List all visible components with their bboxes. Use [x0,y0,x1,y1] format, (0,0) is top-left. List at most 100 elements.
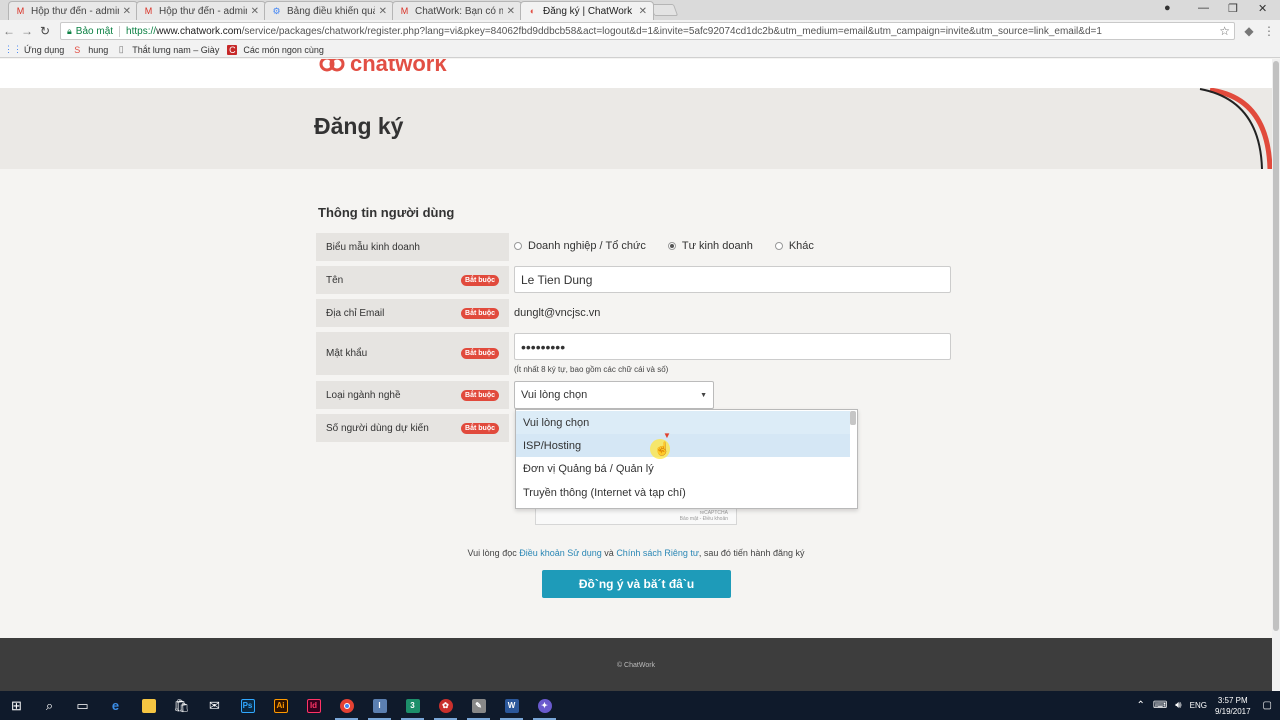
close-tab-icon[interactable]: ✕ [507,6,515,17]
browser-tab[interactable]: M Hộp thư đến - admin@v ✕ [8,1,138,20]
agree-and-start-button[interactable]: Đồ`ng ý và bă´t đâ`u [542,570,731,598]
forward-icon[interactable]: → [18,24,36,38]
close-window-icon[interactable]: ✕ [1258,2,1267,15]
back-icon[interactable]: ← [0,24,18,38]
dropdown-scrollbar[interactable] [850,411,856,425]
url-text[interactable]: https://www.chatwork.com/service/package… [126,26,1102,37]
browser-tab[interactable]: M ChatWork: Bạn có một lờ ✕ [392,1,522,20]
terms-link[interactable]: Điều khoản Sử dụng [519,548,602,558]
password-field[interactable]: ••••••••• [514,333,951,360]
app-icon[interactable]: ✦ [528,691,561,720]
required-badge: Bắt buộc [461,307,499,319]
extension-icon[interactable]: ◆ [1240,24,1258,38]
close-tab-icon[interactable]: ✕ [379,6,387,17]
radio-button[interactable] [774,242,783,250]
radio-self-employed[interactable]: Tư kinh doanh [667,240,753,252]
dropdown-option[interactable]: ISP/Hosting [516,434,850,457]
dropdown-option[interactable]: Truyền thông (Internet và tạp chí) [516,481,850,504]
email-label: Địa chỉ Email Bắt buộc [316,299,509,327]
notification-icon[interactable]: ▢ [1263,700,1272,711]
chevron-up-icon[interactable]: ⌃ [1136,700,1144,711]
terms-agreement-text: Vui lòng đọc Điều khoản Sử dụng và Chính… [467,548,805,558]
site-footer: © ChatWork [0,638,1272,691]
email-value: dunglt@vncjsc.vn [514,307,601,319]
password-label: Mật khẩu Bắt buộc [316,332,509,375]
decorative-swoosh [1199,88,1272,169]
reload-icon[interactable]: ↻ [36,24,54,38]
chrome-icon[interactable] [330,691,363,720]
app-icon[interactable]: 3 [396,691,429,720]
close-tab-icon[interactable]: ✕ [639,6,647,17]
windows-taskbar: ⊞ ⌕ ▭ e 🛍︎ ✉ Ps Ai Id I 3 ✿ ✎ W ✦ ⌃ ⌨ 🔊︎… [0,691,1280,720]
gmail-icon: M [144,6,153,16]
close-tab-icon[interactable]: ✕ [251,6,259,17]
indesign-icon[interactable]: Id [297,691,330,720]
address-bar[interactable]: 🔒︎ Bảo mật https://www.chatwork.com/serv… [60,22,1235,40]
bookmark-star-icon[interactable]: ☆ [1219,24,1230,38]
menu-icon[interactable]: ⋮ [1260,24,1278,38]
site-header: chatwork [0,59,1272,88]
lock-icon: 🔒︎ [67,25,72,36]
maximize-icon[interactable]: ❐ [1228,2,1238,15]
hand-cursor-icon: ☝ [654,441,671,456]
recaptcha-widget[interactable]: reCAPTCHA Bảo mật - Điều khoản [535,508,737,525]
network-icon[interactable]: ⌨ [1153,700,1167,711]
chatwork-logo[interactable]: chatwork [318,59,447,77]
app-icon[interactable]: I [363,691,396,720]
edge-icon[interactable]: e [99,691,132,720]
users-label: Số người dùng dự kiến Bắt buộc [316,414,509,442]
required-badge: Bắt buộc [461,389,499,401]
scrollbar-thumb[interactable] [1273,61,1279,631]
bookmarks-bar: ⋮⋮ Ứng dụng S hung ▯ Thắt lưng nam – Già… [0,42,1280,58]
page-content: chatwork Đăng ký Thông tin người dùng Bi… [0,59,1272,691]
gmail-icon: M [400,6,409,16]
bookmark-apps[interactable]: ⋮⋮ Ứng dụng [4,44,64,55]
radio-button[interactable] [514,242,522,250]
gmail-icon: M [16,6,25,16]
radio-enterprise[interactable]: Doanh nghiệp / Tổ chức [514,240,646,252]
copyright-text: © ChatWork [616,662,656,669]
radio-button-selected[interactable] [667,242,676,250]
bookmark-monngon[interactable]: C Các món ngon cùng [227,44,324,55]
windows-icon[interactable]: ⊞ [0,691,33,720]
language-indicator[interactable]: ENG [1190,701,1207,710]
tab-strip: M Hộp thư đến - admin@v ✕ M Hộp thư đến … [0,0,1280,20]
search-icon[interactable]: ⌕ [33,691,66,720]
browser-tab[interactable]: ⚙ Bảng điều khiển quản trị ✕ [264,1,394,20]
industry-select[interactable]: Vui lòng chọn ▼ [514,381,714,409]
page-icon: ▯ [118,44,124,54]
page-scrollbar[interactable] [1272,59,1280,691]
radio-other[interactable]: Khác [774,240,814,252]
page-hero: Đăng ký [0,88,1272,169]
store-icon[interactable]: 🛍︎ [165,691,198,720]
bookmark-thatlung[interactable]: ▯ Thắt lưng nam – Giày [116,44,220,55]
apps-grid-icon: ⋮⋮ [4,44,22,54]
word-icon[interactable]: W [495,691,528,720]
dropdown-option[interactable]: Vui lòng chọn [516,411,850,434]
app-icon[interactable]: ✿ [429,691,462,720]
dropdown-option[interactable]: Đơn vị Quảng bá / Quản lý [516,457,850,480]
page-title: Đăng ký [314,113,404,139]
close-tab-icon[interactable]: ✕ [123,6,131,17]
name-field[interactable]: Le Tien Dung [514,266,951,293]
illustrator-icon[interactable]: Ai [264,691,297,720]
bookmark-hung[interactable]: S hung [72,45,108,55]
app-icon[interactable]: ✎ [462,691,495,720]
browser-tab-active[interactable]: ◐ Đăng ký | ChatWork ✕ [520,1,654,20]
file-explorer-icon[interactable] [132,691,165,720]
task-view-icon[interactable]: ▭ [66,691,99,720]
chatwork-icon: ◐ [529,6,536,16]
browser-tab[interactable]: M Hộp thư đến - admin@v ✕ [136,1,266,20]
new-tab-button[interactable] [649,4,679,16]
volume-icon[interactable]: 🔊︎ [1175,700,1181,711]
privacy-link[interactable]: Chính sách Riêng tư [616,548,699,558]
clock[interactable]: 3:57 PM 9/19/2017 [1215,695,1251,717]
section-title: Thông tin người dùng [318,205,455,220]
photoshop-icon[interactable]: Ps [231,691,264,720]
mail-icon[interactable]: ✉ [198,691,231,720]
secure-label: Bảo mật [76,25,121,37]
bookmark-icon: S [74,44,81,55]
minimize-icon[interactable]: — [1198,2,1209,14]
cookbook-icon: C [227,44,238,55]
profile-icon[interactable]: ● [1164,2,1171,14]
